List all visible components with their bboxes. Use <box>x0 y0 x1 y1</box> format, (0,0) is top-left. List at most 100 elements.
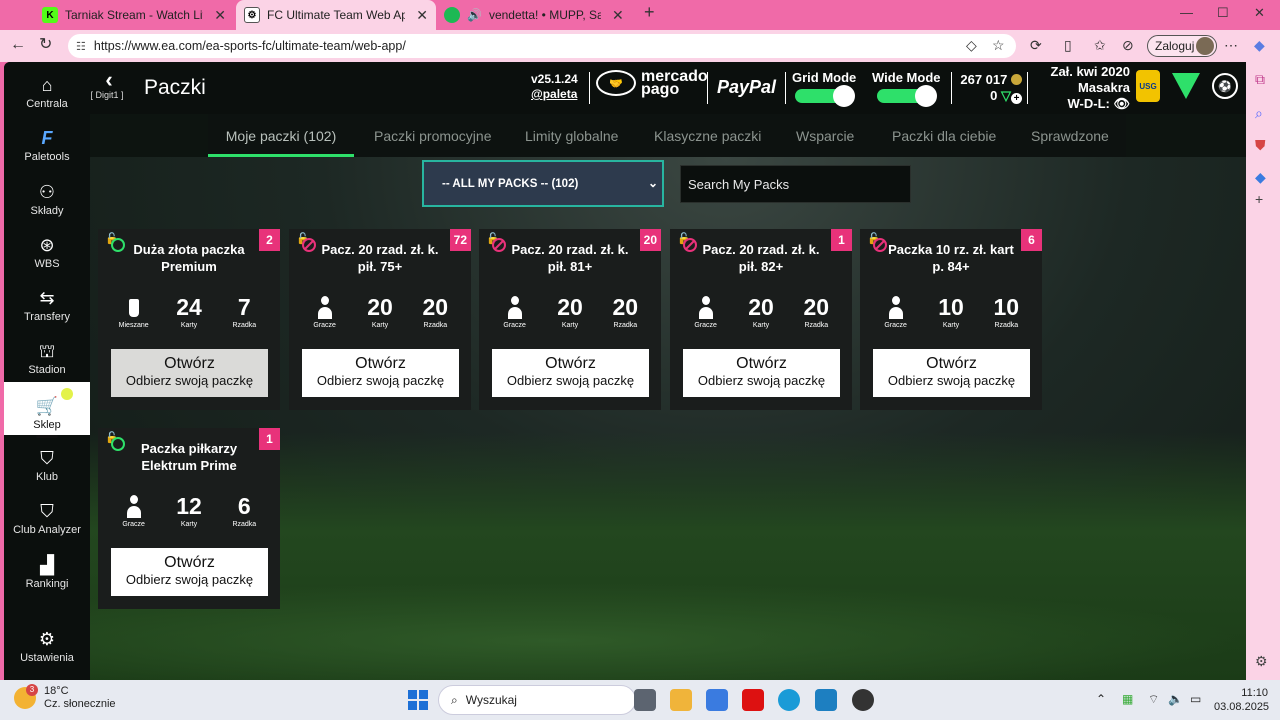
open-pack-button[interactable]: Otwórz Odbierz swoją paczkę <box>111 548 268 596</box>
sidebar-item-paletools[interactable]: F Paletools <box>4 115 90 167</box>
weather-badge: 3 <box>26 684 38 696</box>
tools-icon[interactable]: ⧉ <box>1255 72 1265 86</box>
store-app-icon[interactable] <box>706 689 728 711</box>
profile-icon[interactable]: ⚽ <box>1212 73 1238 99</box>
open-pack-button[interactable]: Otwórz Odbierz swoją paczkę <box>683 349 840 397</box>
clock[interactable]: 11:10 03.08.2025 <box>1214 686 1269 714</box>
start-icon[interactable] <box>408 690 428 710</box>
stadium-icon: ⛫ <box>38 341 56 361</box>
taskbar-search[interactable]: ⌕ Wyszukaj <box>438 685 636 715</box>
sidebar-item-klub[interactable]: ⛉ Klub <box>4 435 90 487</box>
sidebar-item-label: Ustawienia <box>20 652 74 664</box>
sidebar-item-transfery[interactable]: ⇆ Transfery <box>4 275 90 327</box>
browser-tab-active[interactable]: ⚙ FC Ultimate Team Web App - EA S ✕ <box>236 0 436 30</box>
browser-essentials-icon[interactable]: ⊘ <box>1122 38 1134 52</box>
mercado-pago-logo[interactable]: 🤝 mercado pago <box>596 69 708 98</box>
wifi-icon[interactable]: ⌔ <box>1148 692 1159 707</box>
speaker-icon[interactable]: 🔊 <box>467 8 482 22</box>
sidebar-item-sklady[interactable]: ⚇ Składy <box>4 169 90 221</box>
sidebar-item-ustawienia[interactable]: ⚙ Ustawienia <box>4 616 90 668</box>
stat-label: Gracze <box>694 322 717 329</box>
sidebar-item-stadion[interactable]: ⛫ Stadion <box>4 328 90 380</box>
battery-icon[interactable]: ▭ <box>1190 692 1201 706</box>
sidebar-item-centrala[interactable]: ⌂ Centrala <box>4 62 90 114</box>
tab-packs-for-you[interactable]: Paczki dla ciebie <box>892 114 996 157</box>
close-window-icon[interactable]: ✕ <box>1254 5 1265 21</box>
back-button[interactable]: ‹ [ Digit1 ] <box>90 69 126 101</box>
tab-classic-packs[interactable]: Klasyczne paczki <box>654 114 761 157</box>
login-button[interactable]: Zaloguj <box>1147 35 1217 57</box>
tab-global-limits[interactable]: Limity globalne <box>525 114 618 157</box>
open-pack-button[interactable]: Otwórz Odbierz swoją paczkę <box>873 349 1030 397</box>
player-icon <box>317 296 332 319</box>
tracking-icon[interactable]: ◇ <box>966 38 977 52</box>
search-packs-input[interactable]: Search My Packs <box>680 165 911 203</box>
tab-verified[interactable]: Sprawdzone <box>1031 114 1109 157</box>
tab-label: Paczki promocyjne <box>374 127 492 144</box>
shopping-icon[interactable]: ⛊ <box>1255 138 1266 152</box>
toggle-switch[interactable] <box>795 85 856 107</box>
maximize-icon[interactable]: ☐ <box>1217 5 1229 21</box>
author-link[interactable]: @paleta <box>531 87 578 102</box>
stat-value: 20 <box>557 294 583 320</box>
eye-icon[interactable]: 👁 <box>1113 96 1130 111</box>
sidebar-settings-icon[interactable]: ⚙ <box>1255 654 1268 668</box>
more-menu-icon[interactable]: ⋯ <box>1224 38 1238 52</box>
copilot-icon[interactable]: ◆ <box>1254 38 1265 52</box>
minimize-icon[interactable]: — <box>1180 5 1193 20</box>
close-tab-icon[interactable]: ✕ <box>612 7 624 24</box>
pinned-app-icon[interactable]: ◆ <box>1255 170 1266 184</box>
pack-name: Pacz. 20 rzad. zł. k. pił. 81+ <box>511 242 629 274</box>
volume-icon[interactable]: 🔈 <box>1168 692 1183 706</box>
extension-icon[interactable]: ⟳ <box>1030 38 1042 52</box>
open-pack-button[interactable]: Otwórz Odbierz swoją paczkę <box>302 349 459 397</box>
pack-count-badge: 20 <box>639 229 661 251</box>
new-tab-button[interactable]: + <box>644 2 655 23</box>
site-info-icon[interactable]: ☷ <box>76 40 86 53</box>
favorites-icon[interactable]: ✩ <box>1094 38 1106 52</box>
stat-label: Karty <box>752 322 770 329</box>
file-explorer-icon[interactable] <box>670 689 692 711</box>
pack-filter-select[interactable]: -- ALL MY PACKS -- (102) ⌄ <box>422 160 664 207</box>
select-value: -- ALL MY PACKS -- (102) <box>442 177 579 190</box>
stat-cards: 20 Karty <box>545 293 595 329</box>
search-icon[interactable]: ⌕ <box>1255 106 1263 120</box>
add-icon[interactable]: + <box>1255 192 1263 206</box>
close-tab-icon[interactable]: ✕ <box>214 7 226 24</box>
pack-card: 🔓 1 Paczka piłkarzy Elektrum Prime Gracze 12… <box>98 428 280 609</box>
tab-support[interactable]: Wsparcie <box>796 114 854 157</box>
address-bar[interactable]: ☷ https://www.ea.com/ea-sports-fc/ultima… <box>68 34 1016 58</box>
open-pack-button[interactable]: Otwórz Odbierz swoją paczkę <box>492 349 649 397</box>
edge-icon[interactable] <box>778 689 800 711</box>
browser-tab[interactable]: 🔊 vendetta! • MUPP, Sadfriend ✕ <box>436 0 640 30</box>
tab-my-packs[interactable]: Moje paczki (102) <box>208 114 354 157</box>
sidebar-item-wbs[interactable]: ⊛ WBS <box>4 222 90 274</box>
reload-icon[interactable]: ↻ <box>39 37 52 53</box>
browser-tab[interactable]: K Tarniak Stream - Watch Live on Ki ✕ <box>34 0 234 30</box>
sidebar-item-sklep[interactable]: 🛒 Sklep <box>4 382 90 438</box>
split-screen-icon[interactable]: ▯ <box>1064 38 1072 52</box>
close-tab-icon[interactable]: ✕ <box>416 7 428 24</box>
netflix-icon[interactable] <box>742 689 764 711</box>
stat-label: Rzadka <box>804 322 829 329</box>
sidebar-item-rankingi[interactable]: ▟ Rankingi <box>4 542 90 594</box>
sidebar-item-club-analyzer[interactable]: ⛉ Club Analyzer <box>4 488 90 540</box>
favorite-star-icon[interactable]: ☆ <box>992 38 1005 52</box>
open-pack-button[interactable]: Otwórz Odbierz swoją paczkę <box>111 349 268 397</box>
prime-video-icon[interactable] <box>815 689 837 711</box>
stat-cards: 20 Karty <box>355 293 405 329</box>
weather-widget[interactable]: 3 18°C Cz. słonecznie <box>14 684 116 711</box>
tab-promo-packs[interactable]: Paczki promocyjne <box>374 114 492 157</box>
chevron-up-icon[interactable]: ⌃ <box>1096 692 1106 706</box>
back-icon[interactable]: ← <box>10 37 26 53</box>
task-view-icon[interactable] <box>634 689 656 711</box>
wide-mode-toggle[interactable]: Wide Mode <box>872 70 941 107</box>
grid-mode-toggle[interactable]: Grid Mode <box>792 70 856 107</box>
chatgpt-icon[interactable] <box>852 689 874 711</box>
open-label: Otwórz <box>164 355 215 372</box>
add-points-icon[interactable]: + <box>1011 93 1022 104</box>
toggle-switch[interactable] <box>877 85 938 107</box>
browser-tab-strip: K Tarniak Stream - Watch Live on Ki ✕ ⚙ … <box>0 0 1280 30</box>
app-tray-icon[interactable]: ▦ <box>1122 692 1133 706</box>
paypal-logo[interactable]: PayPal <box>717 77 776 98</box>
